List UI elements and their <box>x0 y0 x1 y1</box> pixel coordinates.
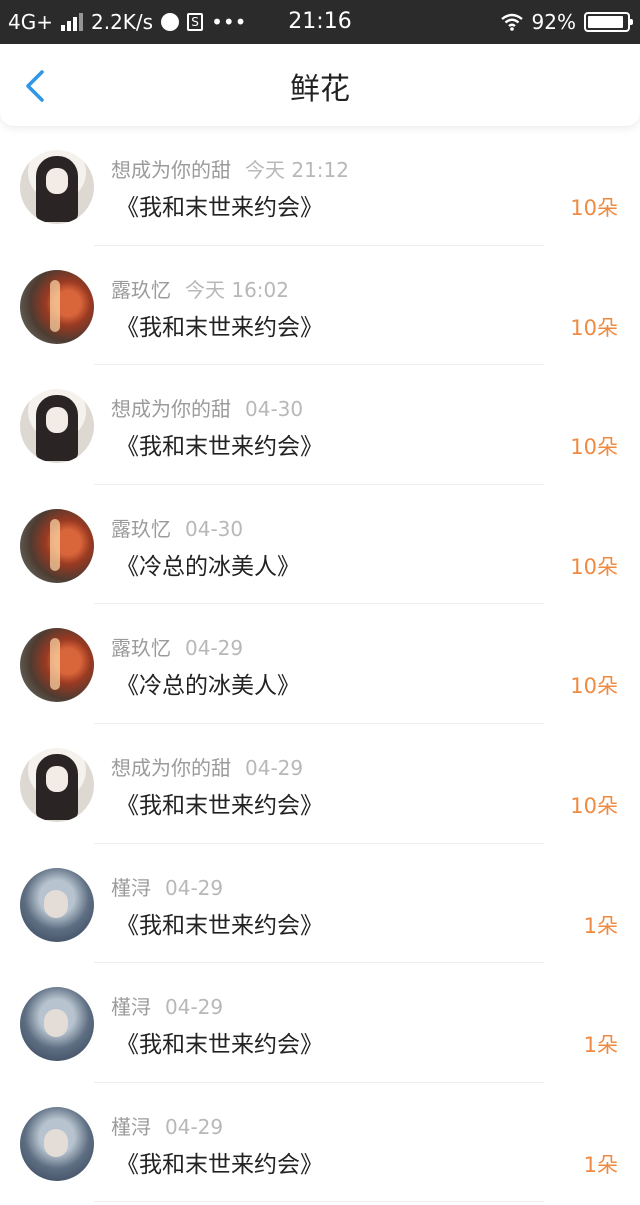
status-bar: 4G+ 2.2K/s S ••• 21:16 92% <box>0 0 640 44</box>
book-title[interactable]: 《我和末世来约会》 <box>116 906 323 940</box>
user-avatar[interactable] <box>20 389 94 464</box>
list-item[interactable]: 露玖忆 04-29 《冷总的冰美人》 10朵 <box>0 604 640 724</box>
list-item[interactable]: 露玖忆 今天 16:02 《我和末世来约会》 10朵 <box>0 246 640 366</box>
list-item[interactable]: 槿浔 04-29 《我和末世来约会》 1朵 <box>0 963 640 1083</box>
flower-quantity: 10朵 <box>570 435 618 460</box>
book-title[interactable]: 《我和末世来约会》 <box>116 188 323 222</box>
row-meta: 想成为你的甜 今天 21:12 <box>111 154 349 183</box>
user-name[interactable]: 露玖忆 <box>111 517 171 541</box>
timestamp: 04-29 <box>165 995 224 1020</box>
list-item[interactable]: 想成为你的甜 04-30 《我和末世来约会》 10朵 <box>0 365 640 485</box>
book-title[interactable]: 《冷总的冰美人》 <box>116 547 300 581</box>
row-meta: 想成为你的甜 04-30 <box>111 393 303 422</box>
page-title: 鲜花 <box>290 72 350 107</box>
book-title[interactable]: 《我和末世来约会》 <box>116 1145 323 1179</box>
user-avatar[interactable] <box>20 1106 94 1181</box>
flower-gift-list: 想成为你的甜 今天 21:12 《我和末世来约会》 10朵 露玖忆 今天 16:02… <box>0 126 640 1203</box>
row-meta: 槿浔 04-29 <box>111 872 223 901</box>
flower-quantity: 1朵 <box>583 1033 618 1058</box>
user-name[interactable]: 想成为你的甜 <box>111 397 231 421</box>
timestamp: 04-30 <box>245 397 304 422</box>
divider <box>94 1201 544 1203</box>
timestamp: 今天 21:12 <box>245 158 349 182</box>
user-avatar[interactable] <box>20 269 94 344</box>
user-avatar[interactable] <box>20 987 94 1062</box>
flower-quantity: 10朵 <box>570 196 618 220</box>
user-name[interactable]: 想成为你的甜 <box>111 158 231 182</box>
row-meta: 槿浔 04-29 <box>111 991 223 1020</box>
nav-header: 鲜花 <box>0 44 640 126</box>
list-item[interactable]: 槿浔 04-29 《我和末世来约会》 1朵 <box>0 844 640 964</box>
book-title[interactable]: 《我和末世来约会》 <box>116 786 323 820</box>
user-name[interactable]: 想成为你的甜 <box>111 756 231 780</box>
book-title[interactable]: 《我和末世来约会》 <box>116 427 323 461</box>
battery-icon <box>584 12 633 32</box>
flower-quantity: 1朵 <box>583 913 618 938</box>
timestamp: 04-30 <box>185 516 244 541</box>
flower-quantity: 10朵 <box>570 674 618 699</box>
user-name[interactable]: 槿浔 <box>111 876 151 900</box>
user-name[interactable]: 槿浔 <box>111 995 151 1019</box>
book-title[interactable]: 《我和末世来约会》 <box>116 308 323 342</box>
book-title[interactable]: 《冷总的冰美人》 <box>116 666 300 700</box>
status-right: 92% <box>500 0 633 44</box>
list-item[interactable]: 想成为你的甜 今天 21:12 《我和末世来约会》 10朵 <box>0 126 640 246</box>
row-meta: 露玖忆 04-29 <box>111 632 243 661</box>
user-name[interactable]: 露玖忆 <box>111 278 171 302</box>
row-meta: 露玖忆 今天 16:02 <box>111 274 289 303</box>
row-meta: 槿浔 04-29 <box>111 1111 223 1140</box>
list-item[interactable]: 露玖忆 04-30 《冷总的冰美人》 10朵 <box>0 485 640 605</box>
wifi-icon <box>500 13 523 31</box>
book-title[interactable]: 《我和末世来约会》 <box>116 1025 323 1059</box>
user-avatar[interactable] <box>20 150 94 224</box>
battery-percent: 92% <box>531 10 576 34</box>
timestamp: 04-29 <box>165 875 224 900</box>
list-item[interactable]: 槿浔 04-29 《我和末世来约会》 1朵 <box>0 1083 640 1203</box>
user-name[interactable]: 露玖忆 <box>111 636 171 660</box>
timestamp: 04-29 <box>185 636 244 661</box>
user-avatar[interactable] <box>20 867 94 942</box>
row-meta: 想成为你的甜 04-29 <box>111 752 303 781</box>
flower-quantity: 10朵 <box>570 315 618 340</box>
flower-quantity: 10朵 <box>570 793 618 818</box>
flower-quantity: 10朵 <box>570 554 618 579</box>
timestamp: 04-29 <box>245 755 304 780</box>
list-item[interactable]: 想成为你的甜 04-29 《我和末世来约会》 10朵 <box>0 724 640 844</box>
user-avatar[interactable] <box>20 628 94 703</box>
row-meta: 露玖忆 04-30 <box>111 513 243 542</box>
user-avatar[interactable] <box>20 508 94 583</box>
user-name[interactable]: 槿浔 <box>111 1115 151 1139</box>
timestamp: 04-29 <box>165 1114 224 1139</box>
flower-quantity: 1朵 <box>583 1152 618 1177</box>
user-avatar[interactable] <box>20 747 94 822</box>
timestamp: 今天 16:02 <box>185 277 289 302</box>
